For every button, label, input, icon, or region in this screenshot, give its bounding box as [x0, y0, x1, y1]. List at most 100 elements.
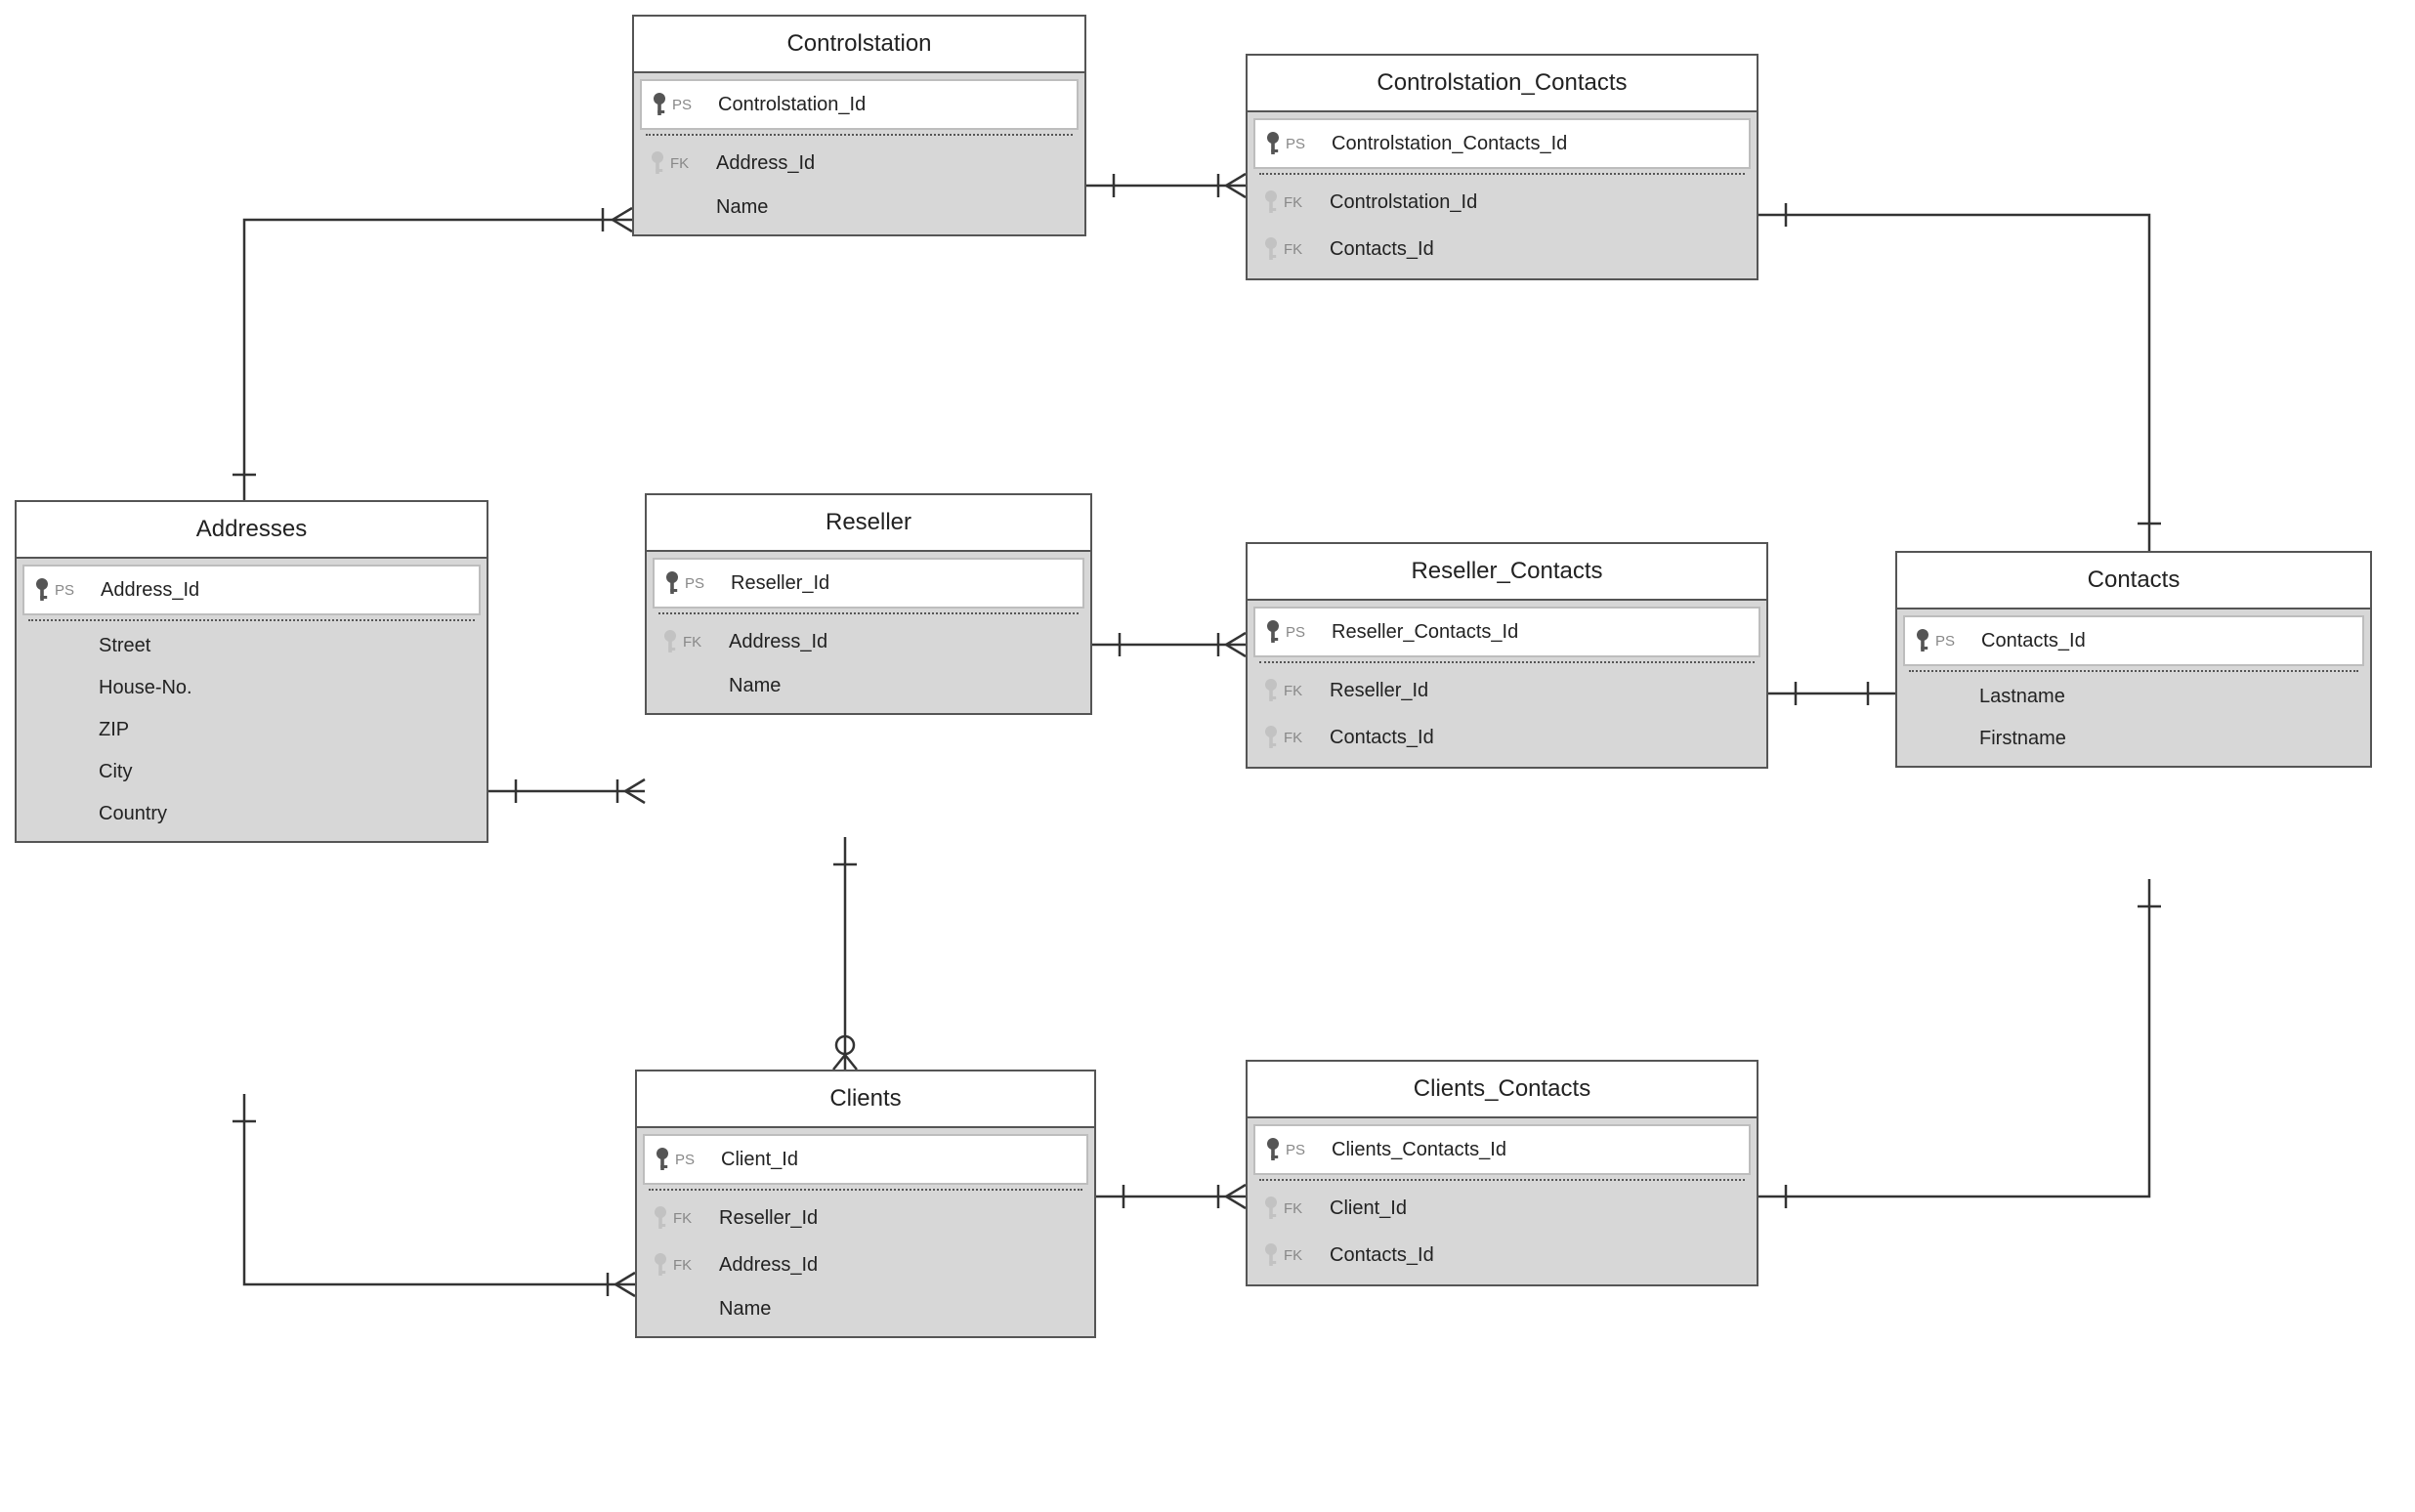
attribute-row: PSClient_Id [643, 1134, 1088, 1185]
entity-reseller-contacts: Reseller_Contacts PSReseller_Contacts_Id… [1246, 542, 1768, 769]
primary-key-icon: PS [1263, 1136, 1332, 1163]
entity-rows: PSAddress_Id Street House-No. ZIP City Countr… [17, 559, 487, 841]
entity-title: Controlstation [634, 17, 1084, 73]
attribute-row: PSContacts_Id [1903, 615, 2364, 666]
attribute-label: Name [716, 196, 768, 219]
attribute-label: City [99, 761, 132, 783]
entity-addresses: Addresses PSAddress_Id Street House-No. ZIP… [15, 500, 488, 843]
attribute-label: Contacts_Id [1330, 1244, 1434, 1267]
attribute-label: Street [99, 635, 150, 657]
attribute-row: FKContacts_Id [1253, 226, 1751, 273]
entity-clients-contacts: Clients_Contacts PSClients_Contacts_Id F… [1246, 1060, 1758, 1286]
attribute-label: Contacts_Id [1981, 630, 2086, 652]
entity-title: Clients [637, 1071, 1094, 1128]
foreign-key-icon: FK [1261, 677, 1330, 704]
foreign-key-icon: FK [651, 1204, 719, 1232]
attribute-label: Reseller_Contacts_Id [1332, 621, 1518, 644]
entity-clients: Clients PSClient_Id FKReseller_Id FKAddr… [635, 1070, 1096, 1338]
foreign-key-icon: FK [1261, 189, 1330, 216]
attribute-row: FKClient_Id [1253, 1185, 1751, 1232]
pk-separator [1259, 1179, 1745, 1181]
pk-separator [1259, 173, 1745, 175]
primary-key-icon: PS [32, 576, 101, 604]
attribute-row: Name [640, 187, 1079, 229]
attribute-label: Lastname [1979, 686, 2065, 708]
pk-separator [1909, 670, 2358, 672]
attribute-label: Name [719, 1298, 771, 1321]
attribute-label: Address_Id [719, 1254, 818, 1277]
attribute-label: Reseller_Id [1330, 680, 1428, 702]
attribute-label: Name [729, 675, 781, 697]
attribute-row: City [22, 751, 481, 793]
attribute-row: FKContacts_Id [1253, 1232, 1751, 1279]
pk-separator [658, 612, 1079, 614]
foreign-key-icon: FK [651, 1251, 719, 1279]
primary-key-icon: PS [662, 569, 731, 597]
entity-reseller: Reseller PSReseller_Id FKAddress_Id Name [645, 493, 1092, 715]
attribute-row: PSReseller_Id [653, 558, 1084, 609]
attribute-row: House-No. [22, 667, 481, 709]
attribute-row: PSClients_Contacts_Id [1253, 1124, 1751, 1175]
primary-key-icon: PS [1263, 130, 1332, 157]
attribute-label: Firstname [1979, 728, 2066, 750]
attribute-label: Contacts_Id [1330, 727, 1434, 749]
attribute-label: Address_Id [101, 579, 199, 602]
attribute-label: Country [99, 803, 167, 825]
attribute-row: Lastname [1903, 676, 2364, 718]
primary-key-icon: PS [1913, 627, 1981, 654]
entity-rows: PSReseller_Contacts_Id FKReseller_Id FKC… [1248, 601, 1766, 767]
attribute-row: PSControlstation_Contacts_Id [1253, 118, 1751, 169]
er-diagram-canvas: Controlstation PSControlstation_Id FKAdd… [0, 0, 2415, 1512]
foreign-key-icon: FK [648, 149, 716, 177]
attribute-row: Name [653, 665, 1084, 707]
entity-title: Contacts [1897, 553, 2370, 609]
entity-contacts: Contacts PSContacts_Id Lastname Firstname [1895, 551, 2372, 768]
attribute-row: PSAddress_Id [22, 565, 481, 615]
attribute-label: Reseller_Id [731, 572, 829, 595]
attribute-row: FKReseller_Id [643, 1195, 1088, 1241]
attribute-label: Client_Id [721, 1149, 798, 1171]
foreign-key-icon: FK [1261, 1195, 1330, 1222]
attribute-row: FKContacts_Id [1253, 714, 1760, 761]
entity-rows: PSClient_Id FKReseller_Id FKAddress_Id Na… [637, 1128, 1094, 1336]
attribute-row: Country [22, 793, 481, 835]
attribute-row: ZIP [22, 709, 481, 751]
entity-title: Reseller_Contacts [1248, 544, 1766, 601]
entity-rows: PSControlstation_Contacts_Id FKControlst… [1248, 112, 1757, 278]
attribute-row: Street [22, 625, 481, 667]
attribute-row: PSReseller_Contacts_Id [1253, 607, 1760, 657]
attribute-label: Clients_Contacts_Id [1332, 1139, 1506, 1161]
entity-title: Controlstation_Contacts [1248, 56, 1757, 112]
foreign-key-icon: FK [1261, 724, 1330, 751]
attribute-label: Controlstation_Contacts_Id [1332, 133, 1567, 155]
attribute-row: FKAddress_Id [640, 140, 1079, 187]
attribute-row: FKAddress_Id [653, 618, 1084, 665]
attribute-label: Client_Id [1330, 1197, 1407, 1220]
entity-controlstation-contacts: Controlstation_Contacts PSControlstation… [1246, 54, 1758, 280]
primary-key-icon: PS [650, 91, 718, 118]
attribute-row: FKReseller_Id [1253, 667, 1760, 714]
attribute-row: FKAddress_Id [643, 1241, 1088, 1288]
pk-separator [646, 134, 1073, 136]
foreign-key-icon: FK [660, 628, 729, 655]
pk-separator [1259, 661, 1755, 663]
attribute-label: Address_Id [716, 152, 815, 175]
attribute-label: ZIP [99, 719, 129, 741]
entity-rows: PSControlstation_Id FKAddress_Id Name [634, 73, 1084, 234]
entity-title: Reseller [647, 495, 1090, 552]
attribute-row: Name [643, 1288, 1088, 1330]
attribute-label: Address_Id [729, 631, 827, 653]
attribute-row: PSControlstation_Id [640, 79, 1079, 130]
entity-controlstation: Controlstation PSControlstation_Id FKAdd… [632, 15, 1086, 236]
attribute-label: Contacts_Id [1330, 238, 1434, 261]
attribute-label: House-No. [99, 677, 192, 699]
entity-title: Addresses [17, 502, 487, 559]
attribute-label: Controlstation_Id [1330, 191, 1477, 214]
primary-key-icon: PS [1263, 618, 1332, 646]
foreign-key-icon: FK [1261, 1241, 1330, 1269]
pk-separator [649, 1189, 1082, 1191]
attribute-label: Reseller_Id [719, 1207, 818, 1230]
entity-rows: PSContacts_Id Lastname Firstname [1897, 609, 2370, 766]
primary-key-icon: PS [653, 1146, 721, 1173]
attribute-row: FKControlstation_Id [1253, 179, 1751, 226]
